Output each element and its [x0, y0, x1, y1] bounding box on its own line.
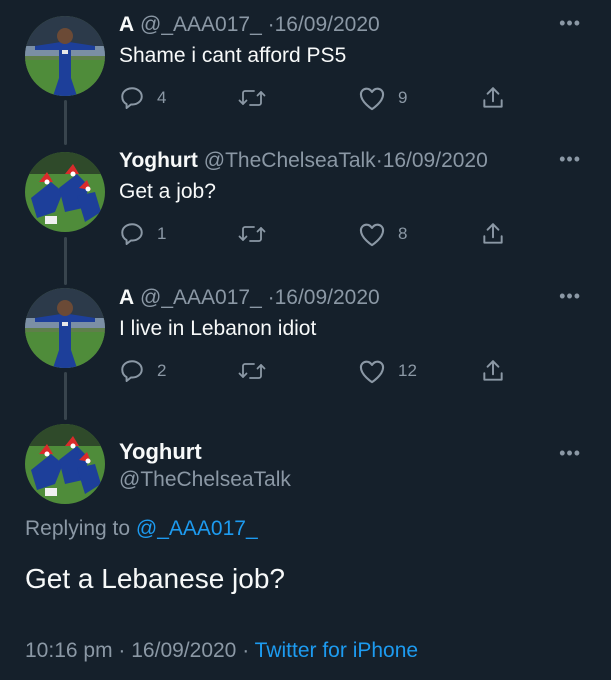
more-icon[interactable]: ••• [559, 287, 581, 305]
tweet-meta: 10:16 pm · 16/09/2020 · Twitter for iPho… [25, 638, 418, 664]
share-button[interactable] [480, 83, 506, 113]
retweet-icon [238, 363, 266, 379]
retweet-button[interactable] [238, 219, 278, 249]
action-bar: 1 8 [0, 219, 611, 249]
share-icon [483, 223, 503, 244]
display-name[interactable]: A [119, 13, 134, 36]
replying-to: Replying to @_AAA017_ [25, 516, 258, 542]
tweet-header: A @_AAA017_ ·16/09/2020 [119, 285, 380, 311]
retweet-button[interactable] [238, 356, 278, 386]
like-button[interactable]: 8 [358, 219, 407, 249]
action-bar: 2 12 [0, 356, 611, 386]
action-bar: 4 9 [0, 83, 611, 113]
user-handle[interactable]: @TheChelseaTalk [204, 149, 376, 172]
tweet-date[interactable]: 16/09/2020 [383, 149, 488, 172]
retweet-icon [238, 226, 266, 242]
tweet-text: Shame i cant afford PS5 [119, 44, 347, 67]
reply-count: 4 [157, 88, 167, 107]
reply-icon [121, 87, 143, 109]
replying-to-handle[interactable]: @_AAA017_ [136, 517, 258, 540]
reply-button[interactable]: 1 [119, 219, 166, 249]
like-count: 8 [398, 224, 408, 243]
like-icon [359, 360, 385, 384]
more-icon[interactable]: ••• [559, 14, 581, 32]
share-button[interactable] [480, 356, 506, 386]
tweet-text: Get a job? [119, 180, 216, 203]
separator: · [267, 286, 275, 309]
reply-count: 1 [157, 224, 167, 243]
like-count: 9 [398, 88, 408, 107]
tweet-date[interactable]: 16/09/2020 [131, 639, 236, 662]
share-button[interactable] [480, 219, 506, 249]
share-icon [483, 360, 503, 381]
more-icon[interactable]: ••• [559, 444, 581, 462]
display-name[interactable]: Yoghurt [119, 149, 198, 172]
separator: · [375, 149, 383, 172]
retweet-button[interactable] [238, 83, 278, 113]
avatar[interactable] [25, 424, 105, 504]
user-handle[interactable]: @_AAA017_ [140, 13, 262, 36]
retweet-icon [238, 90, 266, 106]
main-display-name[interactable]: Yoghurt [119, 439, 202, 465]
main-tweet-text: Get a Lebanese job? [25, 563, 285, 594]
reply-button[interactable]: 2 [119, 356, 166, 386]
tweet-text: I live in Lebanon idiot [119, 317, 317, 340]
user-handle[interactable]: @_AAA017_ [140, 286, 262, 309]
like-button[interactable]: 9 [358, 83, 407, 113]
like-button[interactable]: 12 [358, 356, 417, 386]
share-icon [483, 87, 503, 108]
separator: · [242, 639, 250, 662]
tweet-source-link[interactable]: Twitter for iPhone [255, 639, 418, 662]
more-icon[interactable]: ••• [559, 150, 581, 168]
reply-button[interactable]: 4 [119, 83, 166, 113]
separator: · [118, 639, 126, 662]
reply-icon [121, 223, 143, 245]
like-icon [359, 87, 385, 111]
tweet-date[interactable]: 16/09/2020 [275, 286, 380, 309]
main-user-handle[interactable]: @TheChelseaTalk [119, 467, 291, 493]
tweet-date[interactable]: 16/09/2020 [275, 13, 380, 36]
tweet-time[interactable]: 10:16 pm [25, 639, 113, 662]
reply-icon [121, 360, 143, 382]
reply-count: 2 [157, 361, 167, 380]
display-name[interactable]: A [119, 286, 134, 309]
separator: · [267, 13, 275, 36]
replying-prefix: Replying to [25, 517, 131, 540]
tweet-header: Yoghurt @TheChelseaTalk·16/09/2020 [119, 148, 488, 174]
like-count: 12 [398, 361, 417, 380]
like-icon [359, 223, 385, 247]
tweet-header: A @_AAA017_ ·16/09/2020 [119, 12, 380, 38]
